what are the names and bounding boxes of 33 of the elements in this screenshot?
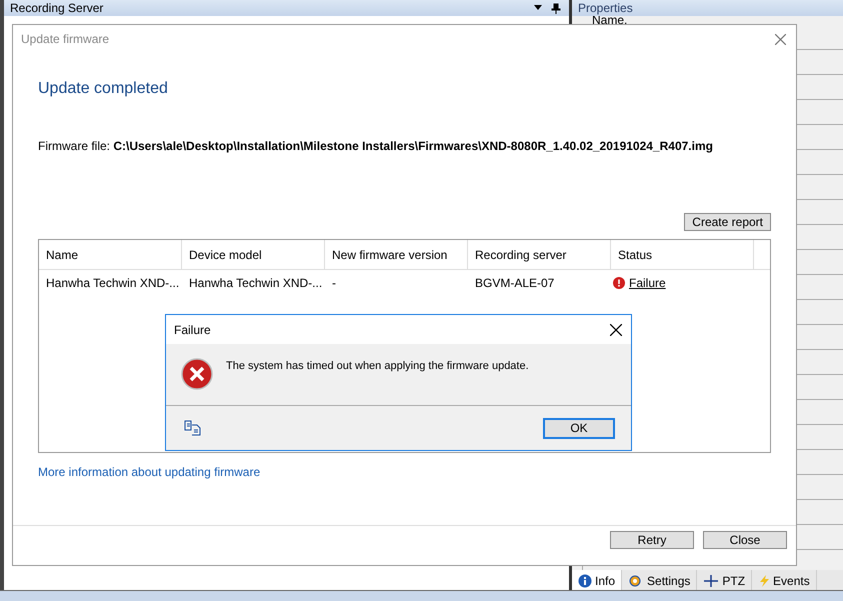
ok-button[interactable]: OK: [543, 418, 615, 438]
column-header[interactable]: Name: [39, 240, 182, 269]
dialog-title: Failure: [174, 322, 211, 336]
firmware-file-text: Firmware file: C:\Users\ale\Desktop\Installation\Milestone Installers\Firmwares\XND-8080R_1.40.02_20191024_R407.img: [38, 139, 714, 153]
column-header[interactable]: Status: [611, 240, 754, 269]
dropdown-icon[interactable]: [533, 4, 543, 12]
dialog-button[interactable]: Close: [703, 531, 787, 549]
field-label: Name.: [592, 16, 628, 25]
column-header[interactable]: Recording server: [468, 240, 611, 269]
error-message: The system has timed out when applying the firmware update.: [226, 360, 529, 372]
table-cell-text: Hanwha Techwin XND-...: [188, 276, 324, 290]
pin-icon[interactable]: [551, 2, 561, 14]
lightning-icon: [758, 574, 770, 588]
create-report-button[interactable]: Create report: [684, 213, 771, 231]
status-link[interactable]: Failure: [629, 276, 666, 290]
table-cell-text: BGVM-ALE-07: [474, 276, 556, 290]
arrows-icon: [703, 574, 720, 588]
tab[interactable]: Info: [572, 570, 622, 590]
dialog-heading: Update completed: [38, 80, 169, 98]
column-header[interactable]: New firmware version: [325, 240, 468, 269]
error-icon: [613, 276, 625, 288]
panel-title: Properties: [578, 1, 633, 15]
dialog-button[interactable]: Retry: [610, 531, 694, 549]
info-icon: [578, 574, 592, 588]
dialog-title: Update firmware: [21, 32, 110, 46]
close-icon[interactable]: [610, 324, 622, 336]
table-cell-text: Hanwha Techwin XND-...: [45, 276, 180, 290]
panel-title: Recording Server: [10, 1, 104, 15]
column-header[interactable]: Device model: [182, 240, 325, 269]
error-icon: [181, 358, 213, 390]
help-link[interactable]: More information about updating firmware: [38, 465, 771, 479]
copy-icon[interactable]: [184, 420, 202, 436]
table-cell-text: -: [331, 276, 337, 290]
